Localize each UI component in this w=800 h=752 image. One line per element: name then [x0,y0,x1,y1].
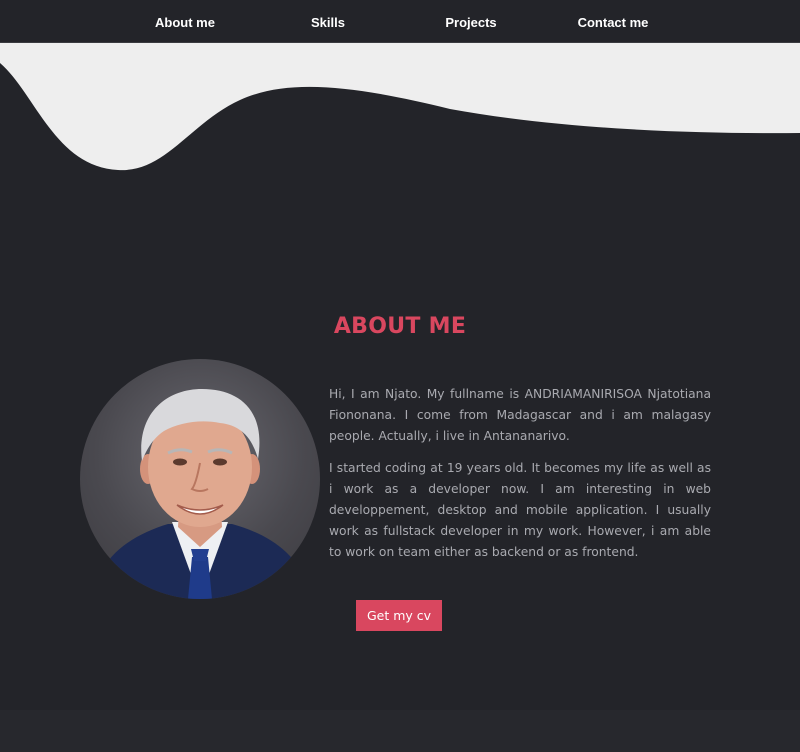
bio-paragraph-intro: Hi, I am Njato. My fullname is ANDRIAMAN… [329,387,711,443]
profile-photo [80,359,320,599]
about-section-title: ABOUT ME [333,314,467,339]
page: About me Skills Projects Contact me ABOU… [0,0,800,752]
decorative-wave [0,43,800,171]
bio-paragraph-career: I started coding at 19 years old. It bec… [329,461,711,559]
portrait-illustration [90,389,312,599]
nav-skills[interactable]: Skills [311,0,345,43]
nav-projects[interactable]: Projects [445,0,496,43]
nav-about-me[interactable]: About me [155,0,215,43]
footer-band [0,710,800,752]
top-navbar: About me Skills Projects Contact me [0,0,800,43]
nav-contact-me[interactable]: Contact me [578,0,649,43]
about-bio: Hi, I am Njato. My fullname is ANDRIAMAN… [329,384,711,574]
get-cv-button[interactable]: Get my cv [356,600,442,631]
